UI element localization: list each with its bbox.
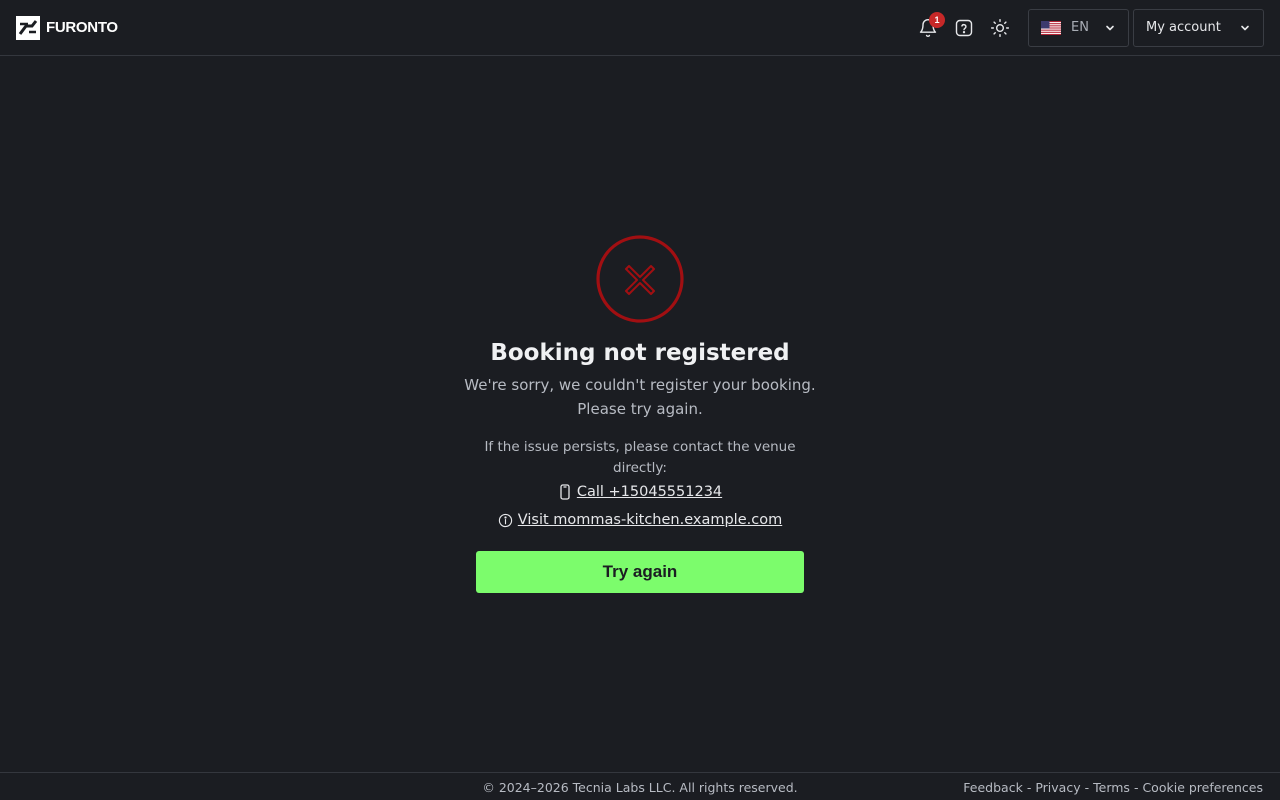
- footer-separator: -: [1026, 780, 1032, 795]
- privacy-link[interactable]: Privacy: [1035, 780, 1080, 795]
- call-venue-row: Call +15045551234: [340, 484, 940, 500]
- language-selector[interactable]: EN: [1028, 8, 1129, 47]
- visit-venue-row: Visit mommas-kitchen.example.com: [340, 512, 940, 528]
- account-label: My account: [1146, 20, 1221, 35]
- help-button[interactable]: [946, 10, 982, 46]
- notification-count-badge: 1: [929, 11, 945, 28]
- page-title: Booking not registered: [490, 340, 790, 366]
- sun-icon: [990, 18, 1010, 37]
- header-actions: 1 EN My account: [910, 8, 1264, 47]
- us-flag-icon: [1041, 20, 1061, 35]
- main-content: Booking not registered We're sorry, we c…: [0, 56, 1280, 772]
- cookie-preferences-link[interactable]: Cookie preferences: [1142, 780, 1263, 795]
- chevron-down-icon: [1241, 25, 1249, 30]
- logo-text: FURONTO: [46, 19, 118, 36]
- visit-venue-link[interactable]: Visit mommas-kitchen.example.com: [518, 512, 782, 528]
- footer-separator: -: [1133, 780, 1139, 795]
- page-footer: © 2024–2026 Tecnia Labs LLC. All rights …: [0, 772, 1280, 800]
- terms-link[interactable]: Terms: [1093, 780, 1130, 795]
- feedback-link[interactable]: Feedback: [963, 780, 1023, 795]
- question-icon: [955, 19, 973, 36]
- logo-mark-icon: [16, 15, 40, 40]
- my-account-menu[interactable]: My account: [1133, 8, 1264, 47]
- footer-separator: -: [1084, 780, 1090, 795]
- theme-toggle-button[interactable]: [982, 10, 1018, 46]
- error-x-icon: [596, 235, 684, 323]
- language-code: EN: [1071, 20, 1089, 35]
- brand-logo[interactable]: FURONTO: [16, 15, 118, 40]
- contact-instructions: If the issue persists, please contact th…: [484, 439, 796, 476]
- chevron-down-icon: [1106, 25, 1114, 30]
- phone-icon: [560, 484, 570, 500]
- footer-links: Feedback - Privacy - Terms - Cookie pref…: [963, 780, 1263, 795]
- info-icon: [498, 513, 512, 527]
- try-again-button[interactable]: Try again: [476, 551, 804, 593]
- notifications-button[interactable]: 1: [910, 10, 946, 46]
- error-message-line-1: We're sorry, we couldn't register your b…: [464, 376, 816, 394]
- error-message-line-2: Please try again.: [577, 400, 703, 418]
- call-venue-link[interactable]: Call +15045551234: [577, 484, 722, 500]
- top-navigation-bar: FURONTO 1 EN My account: [0, 0, 1280, 56]
- error-message: We're sorry, we couldn't register your b…: [440, 373, 840, 421]
